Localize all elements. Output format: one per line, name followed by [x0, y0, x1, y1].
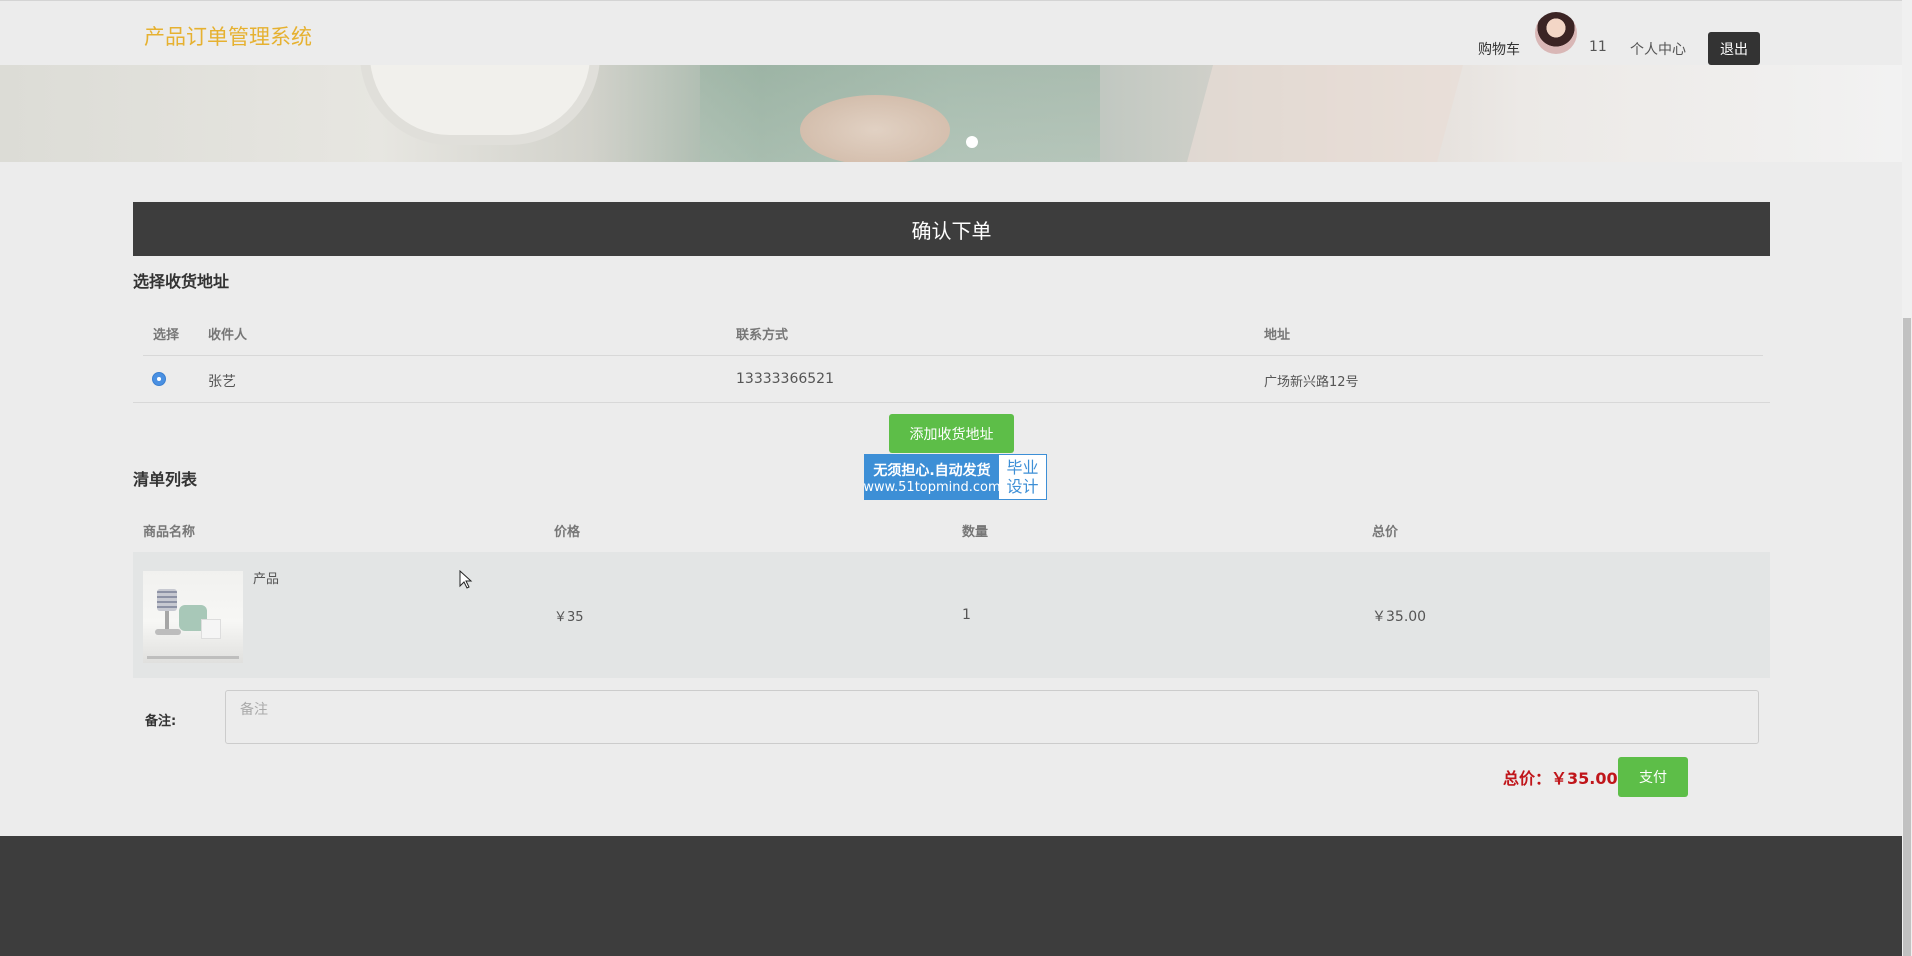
- item-col-quantity: 数量: [962, 525, 989, 540]
- thumb-decor: [165, 611, 169, 629]
- banner-decor: [800, 95, 950, 162]
- confirm-order-header: 确认下单: [133, 202, 1770, 256]
- pay-button[interactable]: 支付: [1618, 757, 1688, 797]
- carousel-indicator-dot[interactable]: [966, 136, 978, 148]
- user-avatar[interactable]: [1535, 12, 1577, 54]
- watermark-badge: 无须担心.自动发货 www.51topmind.com 毕业 设计: [863, 454, 1047, 500]
- mouse-cursor-icon: [459, 570, 473, 589]
- banner-decor: [1187, 65, 1463, 162]
- item-list-title: 清单列表: [133, 470, 198, 489]
- scrollbar-thumb[interactable]: [1903, 318, 1911, 956]
- address-col-select: 选择: [153, 328, 180, 343]
- item-name[interactable]: 产品: [253, 568, 279, 587]
- item-col-name: 商品名称: [143, 525, 196, 540]
- thumb-decor: [147, 656, 239, 659]
- thumb-decor: [155, 629, 181, 635]
- banner-carousel: [0, 65, 1902, 162]
- address-col-phone: 联系方式: [736, 328, 789, 343]
- banner-decor: [360, 65, 600, 145]
- brand-title[interactable]: 产品订单管理系统: [144, 21, 312, 51]
- address-phone: 13333366521: [736, 371, 834, 387]
- item-total: ￥35.00: [1372, 609, 1427, 625]
- remark-label: 备注:: [145, 714, 177, 729]
- address-col-recipient: 收件人: [208, 328, 248, 343]
- top-navbar: 产品订单管理系统 购物车 11 个人中心 退出: [0, 0, 1902, 65]
- watermark-text: 无须担心.自动发货: [873, 462, 991, 479]
- thumb-decor: [201, 619, 221, 639]
- watermark-text: 设计: [1006, 477, 1039, 496]
- address-section-title: 选择收货地址: [133, 272, 230, 291]
- thumb-decor: [157, 589, 177, 611]
- cart-count: 11: [1589, 39, 1607, 55]
- add-address-button[interactable]: 添加收货地址: [889, 414, 1014, 453]
- item-quantity: 1: [962, 607, 971, 623]
- cart-link[interactable]: 购物车: [1478, 39, 1520, 59]
- item-col-price: 价格: [554, 525, 581, 540]
- item-col-total: 总价: [1372, 525, 1399, 540]
- watermark-text: 毕业: [1006, 458, 1039, 477]
- watermark-url: www.51topmind.com: [863, 479, 1001, 495]
- watermark-right: 毕业 设计: [999, 455, 1046, 499]
- remark-textarea[interactable]: [225, 690, 1759, 744]
- item-row: [133, 552, 1770, 678]
- address-radio[interactable]: [152, 372, 166, 386]
- address-detail: 广场新兴路12号: [1264, 375, 1359, 390]
- total-price: 总价：￥35.00: [1503, 769, 1618, 788]
- user-center-link[interactable]: 个人中心: [1630, 39, 1686, 59]
- address-col-address: 地址: [1264, 328, 1291, 343]
- logout-button[interactable]: 退出: [1708, 32, 1760, 65]
- address-recipient: 张艺: [208, 374, 236, 390]
- watermark-left: 无须担心.自动发货 www.51topmind.com: [863, 455, 1001, 499]
- item-price: ￥35: [554, 610, 584, 625]
- table-divider: [133, 402, 1770, 403]
- product-thumbnail[interactable]: [143, 571, 243, 663]
- table-divider: [143, 355, 1763, 356]
- page-footer: [0, 836, 1902, 956]
